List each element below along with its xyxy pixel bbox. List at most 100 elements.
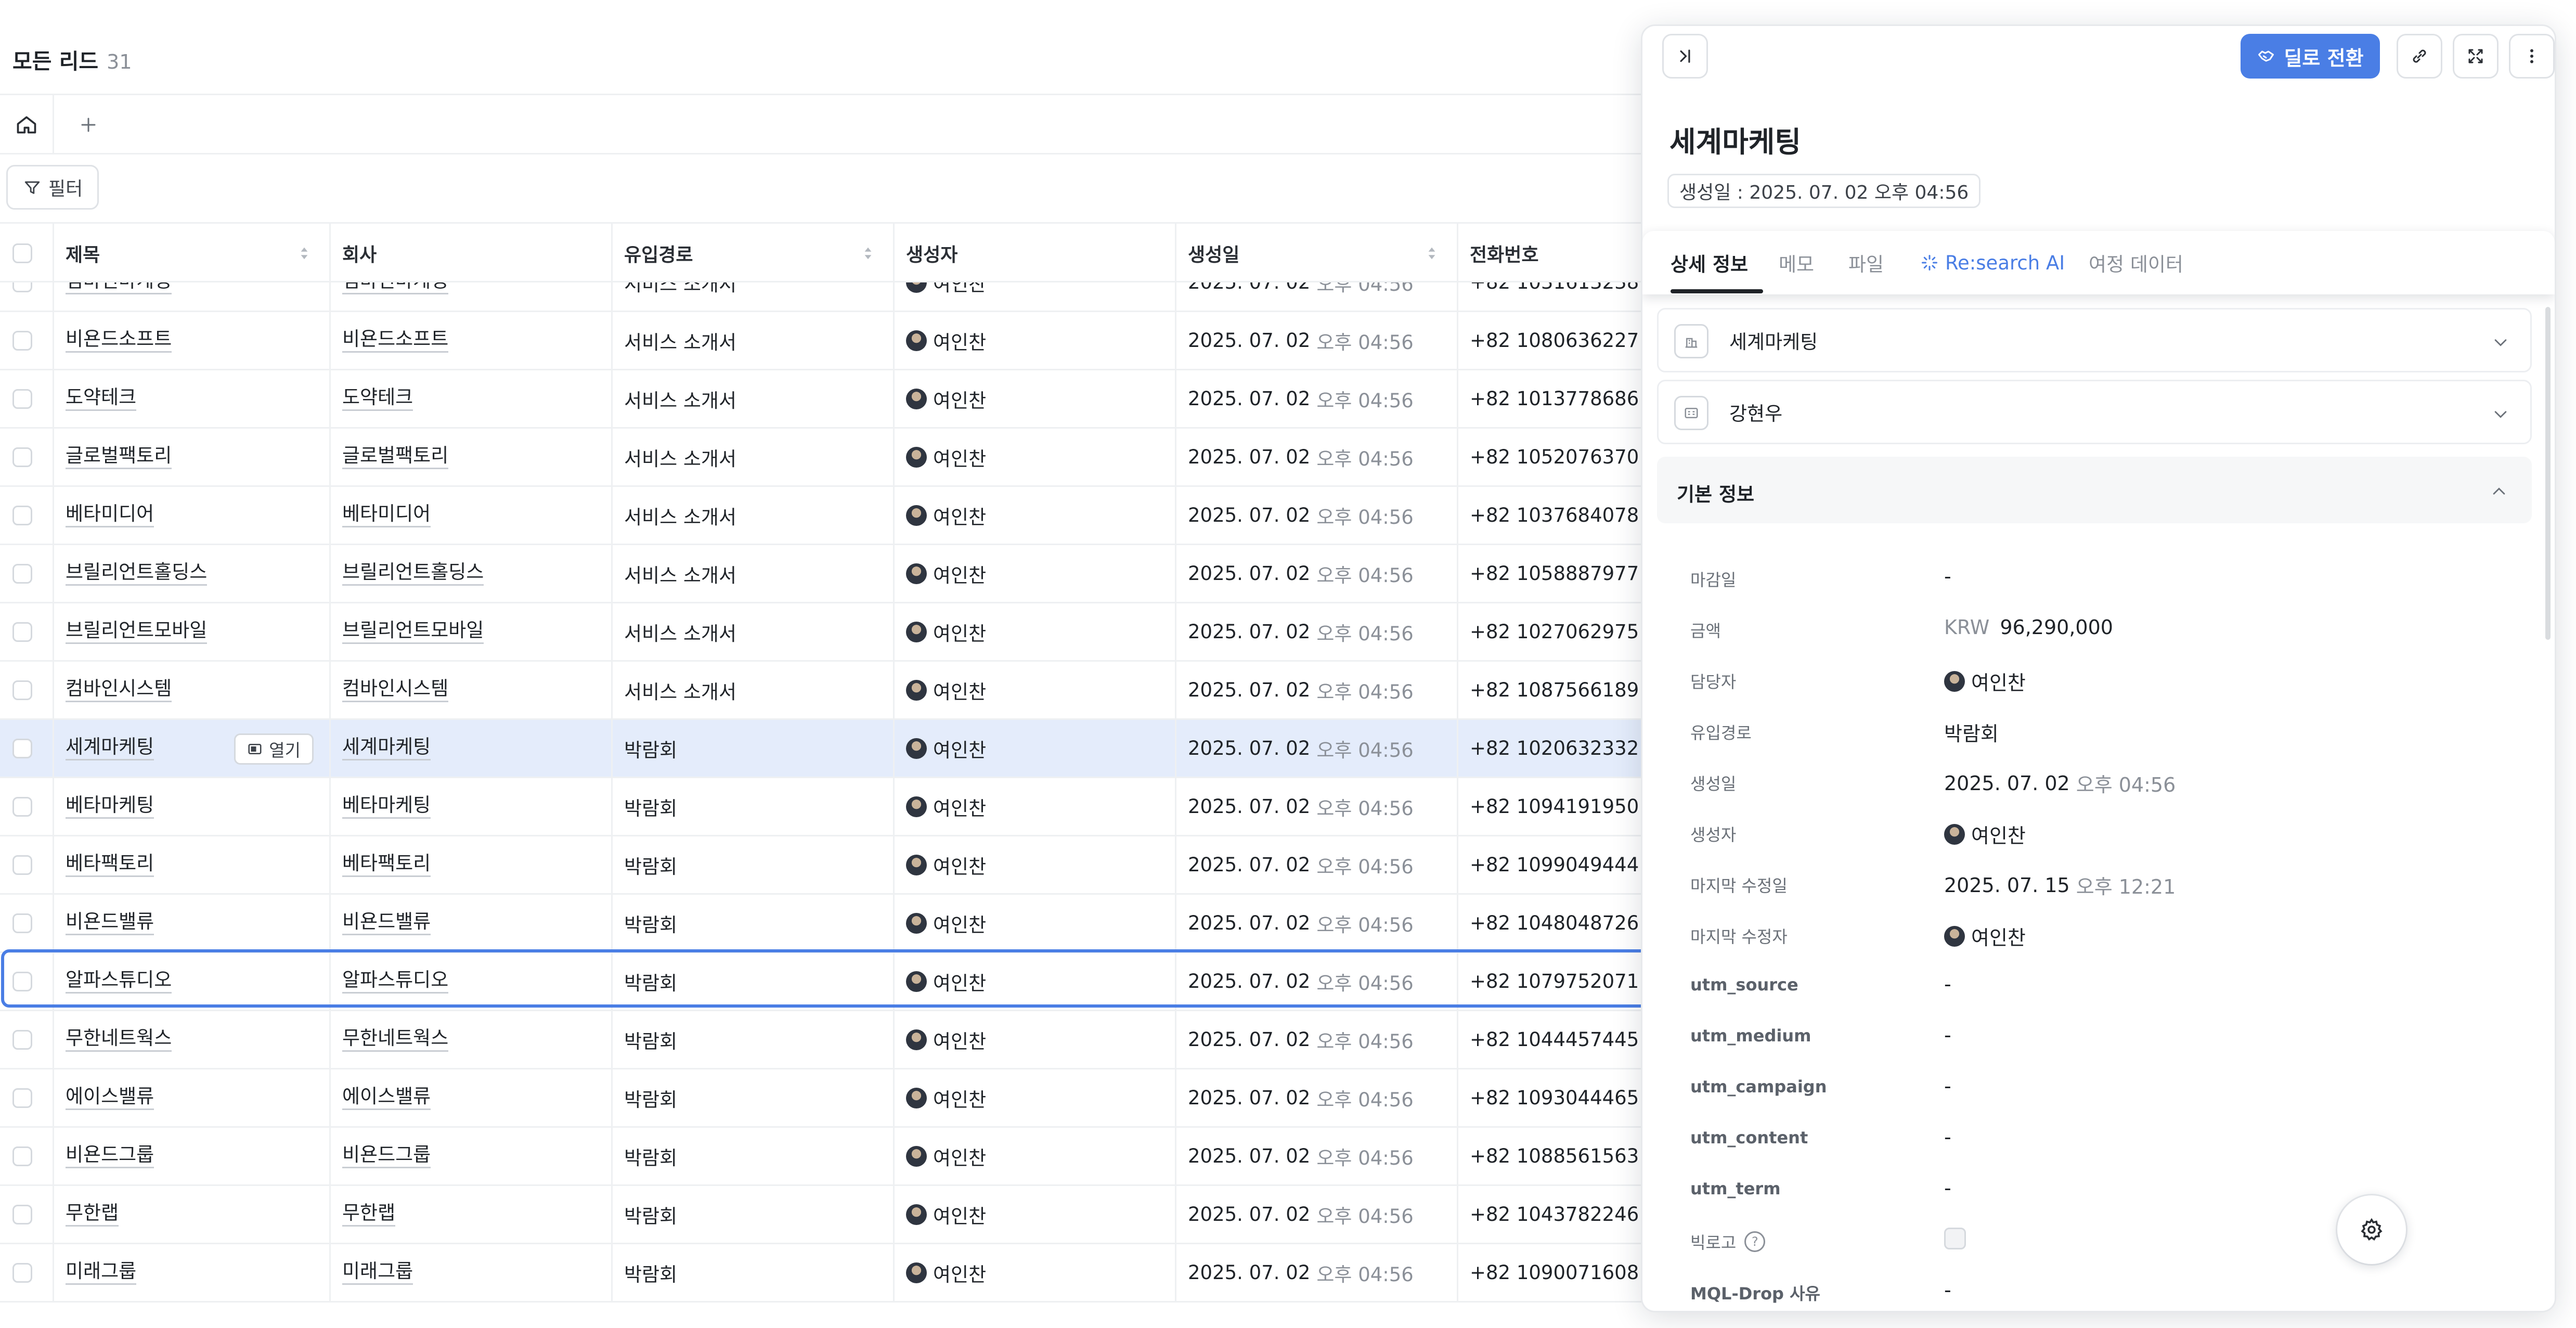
row-checkbox[interactable] xyxy=(12,971,32,991)
title-cell[interactable]: 도약테크 xyxy=(54,370,331,427)
table-row[interactable]: 무한네트웍스 무한네트웍스 박람회 여인찬 2025. 07. 02 오후 04:56 +8… xyxy=(0,1011,1649,1069)
company-cell[interactable]: 에이스밸류 xyxy=(331,1069,613,1126)
company-cell[interactable]: 세계마케팅 xyxy=(331,720,613,777)
title-cell[interactable]: 무한랩 xyxy=(54,1186,331,1243)
open-record-button[interactable]: 열기 xyxy=(234,733,314,765)
table-row[interactable]: 컴바인시스템 컴바인시스템 서비스 소개서 여인찬 2025. 07. 02 오후 04:… xyxy=(0,662,1649,720)
field-value[interactable]: 2025. 07. 02 오후 04:56 xyxy=(1944,769,2176,797)
column-header-created[interactable]: 생성일 xyxy=(1176,224,1458,282)
title-cell[interactable]: 비욘드그룹 xyxy=(54,1128,331,1184)
lead-title[interactable]: 에이스밸류 xyxy=(66,1085,154,1111)
lead-title[interactable]: 비욘드그룹 xyxy=(66,1143,154,1169)
column-header-source[interactable]: 유입경로 xyxy=(613,224,895,282)
company-cell[interactable]: 브릴리언트모바일 xyxy=(331,603,613,660)
row-checkbox[interactable] xyxy=(12,738,32,758)
table-row[interactable]: 에이스밸류 에이스밸류 박람회 여인찬 2025. 07. 02 오후 04:56 +82 … xyxy=(0,1069,1649,1128)
settings-button[interactable] xyxy=(2337,1195,2406,1264)
company-cell[interactable]: 비욘드소프트 xyxy=(331,312,613,369)
table-row[interactable]: 무한랩 무한랩 박람회 여인찬 2025. 07. 02 오후 04:56 +82 1043… xyxy=(0,1186,1649,1244)
field-value[interactable]: 여인찬 xyxy=(1944,922,2026,950)
lead-title[interactable]: 미래그룹 xyxy=(66,1260,137,1285)
company-link[interactable]: 도약테크 xyxy=(342,386,413,411)
lead-title[interactable]: 브릴리언트모바일 xyxy=(66,619,208,644)
column-header-company[interactable]: 회사 xyxy=(331,224,613,282)
title-cell[interactable]: 베타미디어 xyxy=(54,487,331,544)
company-cell[interactable]: 무한랩 xyxy=(331,1186,613,1243)
field-value[interactable]: - xyxy=(1944,1075,1951,1098)
company-link[interactable]: 에이스밸류 xyxy=(342,1085,431,1111)
help-icon[interactable]: ? xyxy=(1744,1231,1766,1252)
lead-title[interactable]: 도약테크 xyxy=(66,386,137,411)
field-value[interactable]: 박람회 xyxy=(1944,718,1999,746)
company-link[interactable]: 베타마케팅 xyxy=(342,794,431,819)
basic-info-header[interactable]: 기본 정보 xyxy=(1657,457,2532,523)
filter-button[interactable]: 필터 xyxy=(6,165,99,210)
expand-button[interactable] xyxy=(2453,34,2499,79)
table-row[interactable]: 베타팩토리 베타팩토리 박람회 여인찬 2025. 07. 02 오후 04:56 +82 … xyxy=(0,836,1649,895)
title-cell[interactable]: 브릴리언트모바일 xyxy=(54,603,331,660)
row-checkbox[interactable] xyxy=(12,1146,32,1166)
column-header-creator[interactable]: 생성자 xyxy=(895,224,1176,282)
row-checkbox[interactable] xyxy=(12,1204,32,1224)
lead-title[interactable]: 무한랩 xyxy=(66,1202,119,1227)
title-cell[interactable]: 컴바인시스템 xyxy=(54,662,331,718)
select-all-checkbox[interactable] xyxy=(12,243,32,263)
collapse-panel-button[interactable] xyxy=(1662,34,1708,79)
company-link[interactable]: 무한랩 xyxy=(342,1202,396,1227)
tab-files[interactable]: 파일 xyxy=(1848,231,1884,294)
row-checkbox[interactable] xyxy=(12,563,32,584)
convert-to-deal-button[interactable]: 딜로 전환 xyxy=(2241,34,2380,79)
tab-details[interactable]: 상세 정보 xyxy=(1671,231,1748,294)
company-link[interactable]: 미래그룹 xyxy=(342,1260,413,1285)
company-cell[interactable]: 비욘드그룹 xyxy=(331,1128,613,1184)
lead-title[interactable]: 컴바인시스템 xyxy=(66,677,172,703)
column-header-phone[interactable]: 전화번호 xyxy=(1458,224,1649,282)
row-checkbox[interactable] xyxy=(12,1029,32,1050)
company-cell[interactable]: 베타팩토리 xyxy=(331,836,613,893)
row-checkbox[interactable] xyxy=(12,1088,32,1108)
company-cell[interactable]: 알파스튜디오 xyxy=(331,953,613,1010)
company-cell[interactable]: 무한네트웍스 xyxy=(331,1011,613,1068)
field-value[interactable]: - xyxy=(1944,1177,1951,1200)
field-value[interactable]: 2025. 07. 15 오후 12:21 xyxy=(1944,871,2176,899)
company-cell[interactable]: 베타미디어 xyxy=(331,487,613,544)
row-checkbox[interactable] xyxy=(12,389,32,409)
field-value[interactable]: - xyxy=(1944,1279,1951,1301)
lead-title[interactable]: 비욘드밸류 xyxy=(66,910,154,936)
row-checkbox[interactable] xyxy=(12,505,32,525)
table-row[interactable]: 비욘드밸류 비욘드밸류 박람회 여인찬 2025. 07. 02 오후 04:56 +82 … xyxy=(0,895,1649,953)
lead-title[interactable]: 베타미디어 xyxy=(66,502,154,528)
field-value[interactable]: - xyxy=(1944,565,1951,588)
copy-link-button[interactable] xyxy=(2397,34,2442,79)
tab-memo[interactable]: 메모 xyxy=(1779,231,1814,294)
company-link[interactable]: 비욘드그룹 xyxy=(342,1143,431,1169)
tab-research-ai[interactable]: Re:search AI xyxy=(1920,231,2065,294)
blind-checkbox[interactable] xyxy=(1944,1228,1966,1249)
lead-title[interactable]: 세계마케팅 xyxy=(66,736,154,761)
title-cell[interactable]: 에이스밸류 xyxy=(54,1069,331,1126)
table-row[interactable]: 브릴리언트모바일 브릴리언트모바일 서비스 소개서 여인찬 2025. 07. 02 오후… xyxy=(0,603,1649,662)
lead-title[interactable]: 알파스튜디오 xyxy=(66,969,172,994)
more-options-button[interactable] xyxy=(2509,34,2555,79)
company-cell[interactable]: 브릴리언트홀딩스 xyxy=(331,545,613,602)
field-value[interactable]: - xyxy=(1944,1126,1951,1149)
scrollbar[interactable] xyxy=(2545,307,2551,640)
company-link[interactable]: 비욘드소프트 xyxy=(342,328,449,353)
lead-title[interactable]: 브릴리언트홀딩스 xyxy=(66,561,208,586)
company-link[interactable]: 브릴리언트모바일 xyxy=(342,619,484,644)
company-link[interactable]: 컴바인시스템 xyxy=(342,677,449,703)
title-cell[interactable]: 비욘드소프트 xyxy=(54,312,331,369)
company-cell[interactable]: 도약테크 xyxy=(331,370,613,427)
field-value[interactable]: KRW 96,290,000 xyxy=(1944,616,2113,639)
company-cell[interactable]: 베타마케팅 xyxy=(331,778,613,835)
table-row[interactable]: 비욘드그룹 비욘드그룹 박람회 여인찬 2025. 07. 02 오후 04:56 +82 … xyxy=(0,1128,1649,1186)
row-checkbox[interactable] xyxy=(12,330,32,351)
field-value[interactable]: - xyxy=(1944,973,1951,996)
field-value[interactable]: 여인찬 xyxy=(1944,667,2026,695)
lead-title[interactable]: 비욘드소프트 xyxy=(66,328,172,353)
row-checkbox[interactable] xyxy=(12,796,32,817)
row-checkbox[interactable] xyxy=(12,680,32,700)
table-row[interactable]: 도약테크 도약테크 서비스 소개서 여인찬 2025. 07. 02 오후 04:56 +8… xyxy=(0,370,1649,429)
company-link[interactable]: 베타팩토리 xyxy=(342,852,431,878)
company-cell[interactable]: 글로벌팩토리 xyxy=(331,429,613,485)
